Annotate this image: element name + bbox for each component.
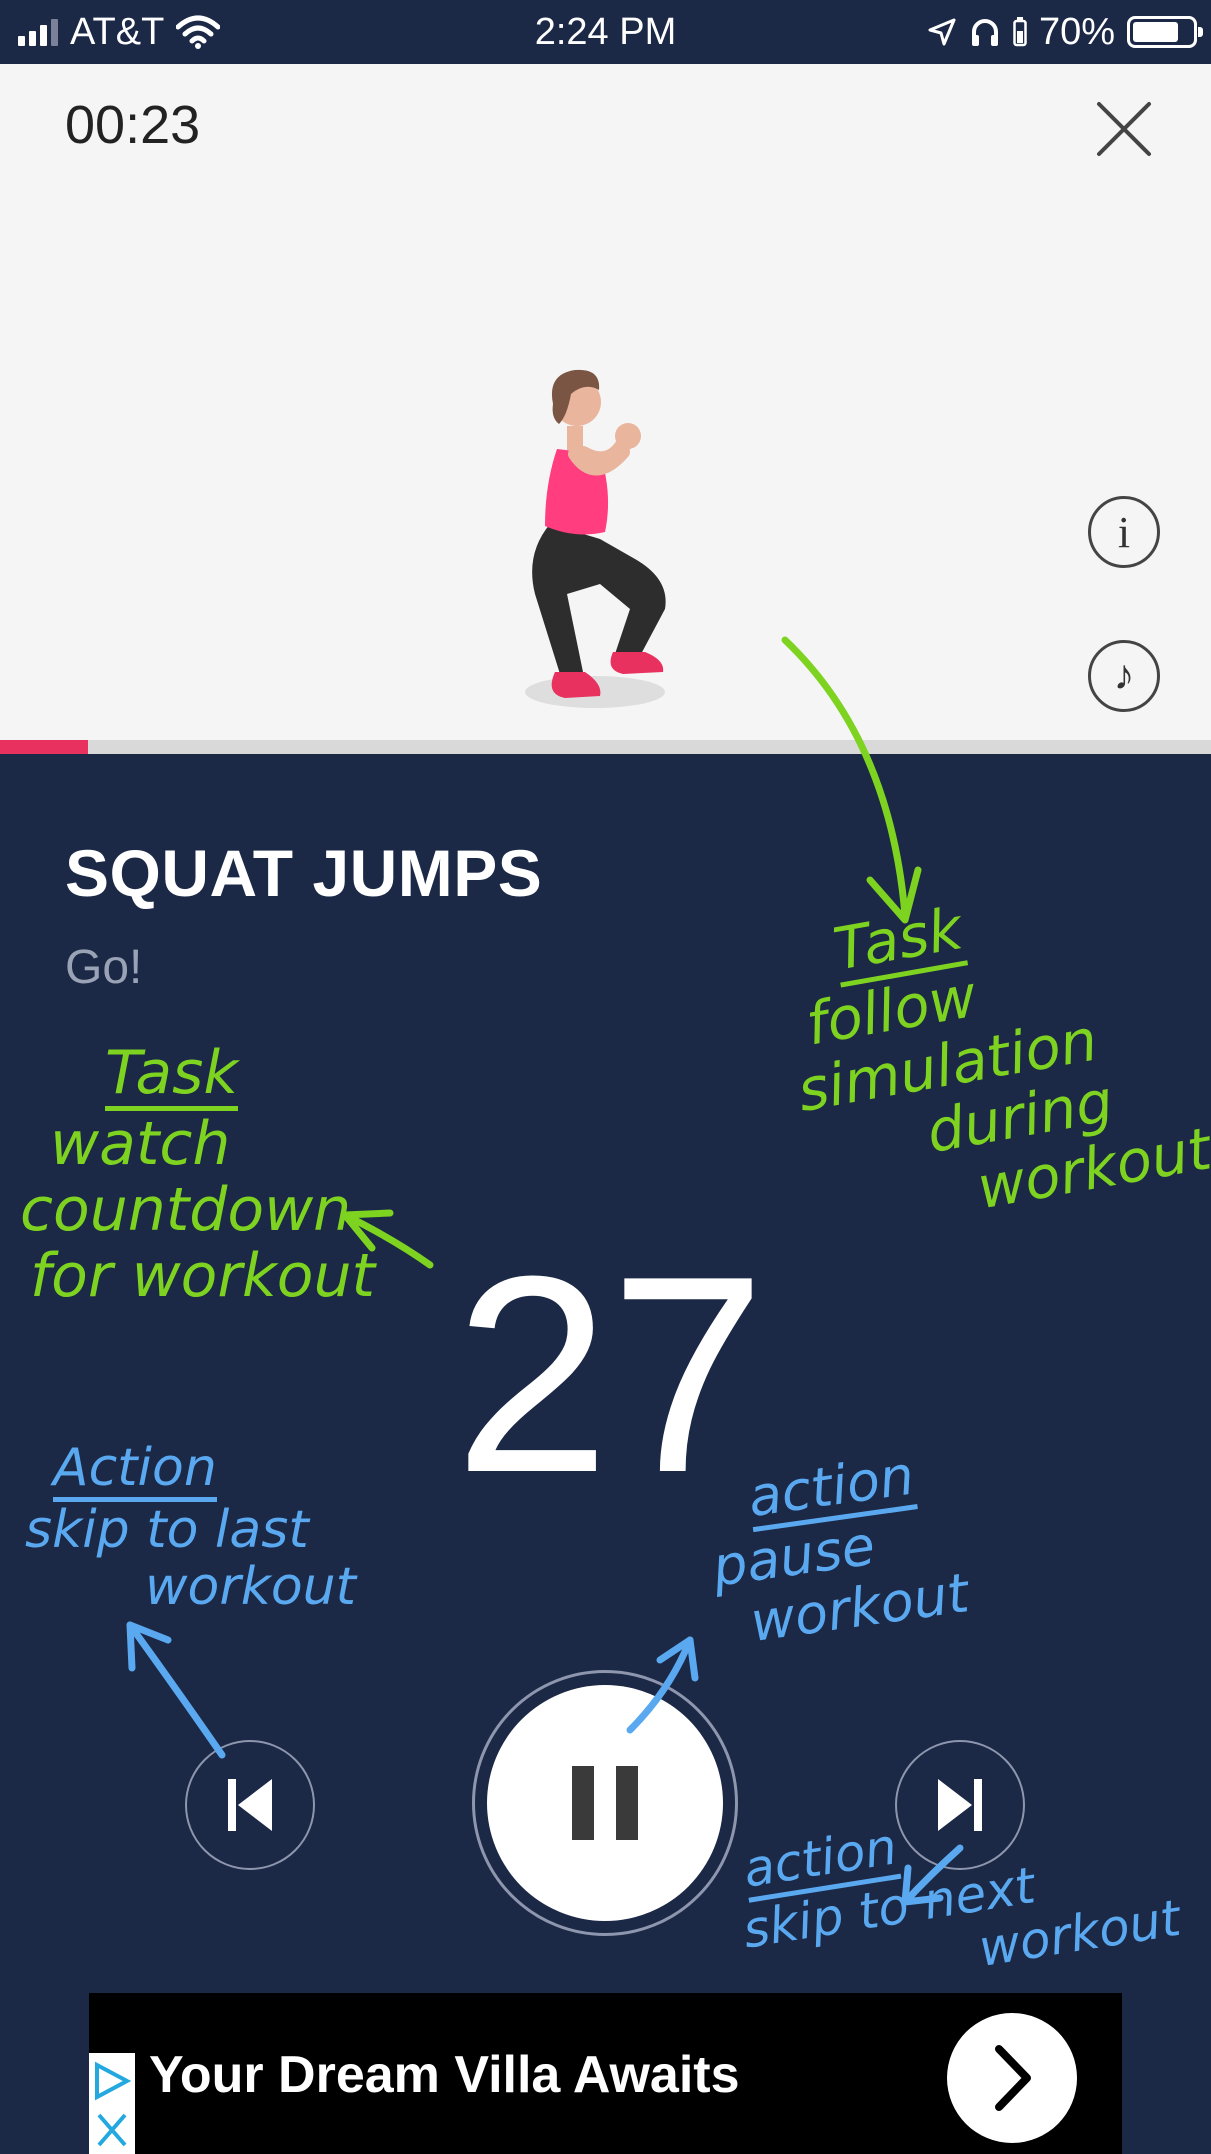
annotation-heading: Action [53,1439,217,1503]
annotation-task-left: Task watch countdown for workout [20,1040,440,1309]
status-bar: AT&T 2:24 PM 70% [0,0,1211,64]
ad-choices-icon[interactable] [89,2053,135,2154]
workout-progress-fill [0,740,89,754]
elapsed-timer: 00:23 [65,95,201,155]
arrow-to-prev [126,1621,226,1759]
battery-percent: 70% [1038,10,1115,53]
music-icon: ♪ [1113,653,1135,699]
annotation-line: countdown [20,1175,352,1245]
annotation-line: for workout [30,1241,376,1311]
close-icon [1097,102,1151,156]
ad-banner[interactable]: Your Dream Villa Awaits [89,1993,1122,2154]
ad-open-button[interactable] [947,2013,1077,2143]
annotation-task-right: Task follow simulation during workout [770,855,1211,1249]
previous-exercise-button[interactable] [185,1740,315,1870]
status-right: 70% [927,8,1203,56]
pause-icon [487,1685,723,1921]
annotation-line: skip to last [25,1500,309,1561]
exercise-preview: 00:23 i ♪ [0,64,1211,740]
battery-small-icon [1013,17,1027,47]
annotation-heading: Task [105,1040,239,1111]
annotation-action-prev: Action skip to last workout [25,1439,465,1618]
annotation-action-next: action skip to next workout [730,1771,1211,2012]
chevron-right-icon [995,2045,1031,2111]
info-icon: i [1117,507,1131,557]
exercise-title: SQUAT JUMPS [65,836,543,910]
headphones-icon [971,19,998,46]
ad-headline[interactable]: Your Dream Villa Awaits [149,2045,740,2105]
close-button[interactable] [1095,100,1153,158]
workout-progress [0,740,1211,754]
exercise-status: Go! [65,941,143,994]
pause-button[interactable] [472,1670,738,1936]
exercise-animation [525,369,666,708]
battery-icon [1127,16,1203,48]
previous-icon [228,1779,272,1831]
location-icon [928,18,956,46]
music-button[interactable]: ♪ [1088,640,1160,712]
annotation-line: workout [145,1557,356,1618]
info-button[interactable]: i [1088,496,1160,568]
annotation-line: watch [50,1109,231,1179]
